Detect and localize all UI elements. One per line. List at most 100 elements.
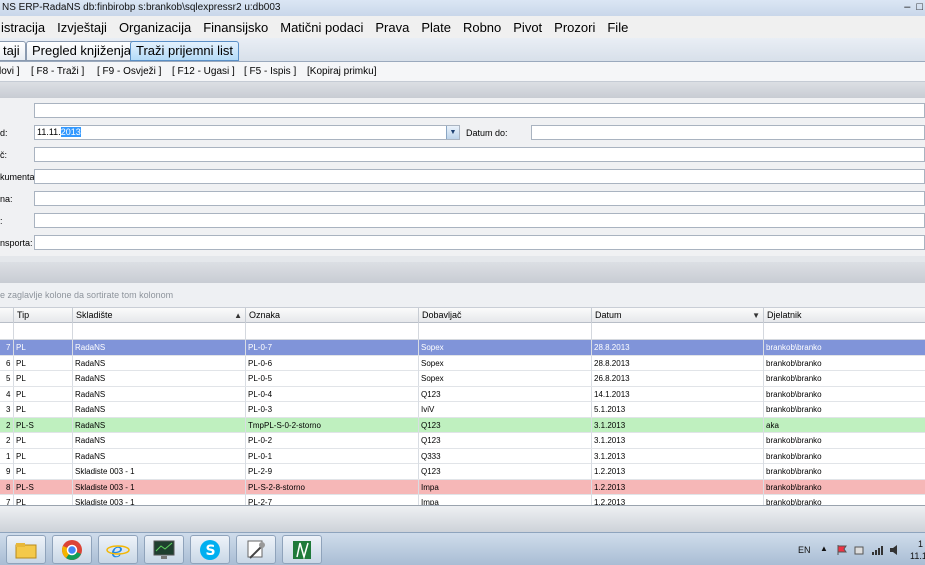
cell-row-indicator: 9 [6, 467, 11, 476]
table-row[interactable]: 5 PL RadaNS PL-0-5 Sopex 26.8.2013 brankob\bra… [0, 371, 925, 387]
action-center-flag-icon[interactable] [836, 544, 848, 556]
table-row[interactable]: 8 PL-S Skladiste 003 - 1 PL-S-2-8-storno Imp… [0, 479, 925, 495]
menu-maticni-podaci[interactable]: Matični podaci [279, 20, 364, 35]
menu-istracija[interactable]: istracija [0, 20, 46, 35]
table-row[interactable]: 2 PL-S RadaNS TmpPL-S-0-2-storno Q123 3.1.201… [0, 417, 925, 433]
cell-skladiste: RadaNS [72, 402, 245, 417]
filter-label-transporta: nsporta: [0, 238, 33, 248]
clock-time[interactable]: 1 [918, 539, 923, 549]
datum-od-field[interactable]: 11.11.2013 ▼ [34, 125, 460, 140]
filter-label-3: č: [0, 150, 8, 160]
sort-descending-icon: ▼ [752, 311, 760, 320]
filter-field-transporta[interactable] [34, 235, 925, 250]
cell-skladiste: RadaNS [72, 371, 245, 386]
cell-datum: 26.8.2013 [591, 371, 763, 386]
cell-datum: 1.2.2013 [591, 464, 763, 479]
network-signal-icon[interactable] [871, 544, 885, 556]
menu-izvjestaji[interactable]: Izvještaji [56, 20, 108, 35]
cell-row-indicator: 7 [6, 343, 11, 352]
table-row[interactable]: 7 PL RadaNS PL-0-7 Sopex 28.8.2013 brankob\bra… [0, 340, 925, 356]
table-row[interactable]: 6 PL RadaNS PL-0-6 Sopex 28.8.2013 brankob\bra… [0, 355, 925, 371]
skype-icon[interactable]: S [190, 535, 230, 564]
datum-od-value: 11.11. [37, 127, 61, 137]
menu-prozori[interactable]: Prozori [553, 20, 596, 35]
cell-tip: PL-S [13, 417, 72, 433]
tools-app-icon[interactable] [236, 535, 276, 564]
filter-field-1[interactable] [34, 103, 925, 118]
menu-plate[interactable]: Plate [420, 20, 452, 35]
monitor-app-icon[interactable] [144, 535, 184, 564]
menu-robno[interactable]: Robno [462, 20, 502, 35]
cell-dobavljac: Q123 [418, 464, 591, 479]
table-row[interactable]: 7 PL Skladiste 003 - 1 PL-2-7 Impa 1.2.2013 br… [0, 495, 925, 506]
menu-file[interactable]: File [606, 20, 629, 35]
tab-izvjestaji[interactable]: taji [0, 41, 26, 61]
status-area [0, 506, 925, 532]
menu-prava[interactable]: Prava [374, 20, 410, 35]
toolbar-trazi[interactable]: [ F8 - Traži ] [31, 62, 84, 81]
table-row[interactable]: 2 PL RadaNS PL-0-2 Q123 3.1.2013 brankob\brank… [0, 433, 925, 449]
toolbar-novi[interactable]: lovi ] [0, 62, 20, 81]
internet-explorer-icon[interactable]: e [98, 535, 138, 564]
cell-oznaka: PL-0-7 [245, 340, 418, 355]
column-header-datum[interactable]: Datum ▼ [591, 308, 763, 323]
cell-row-indicator: 7 [6, 498, 11, 506]
dropdown-arrow-icon[interactable]: ▼ [446, 126, 459, 139]
cell-oznaka: PL-0-4 [245, 386, 418, 402]
filter-field-3[interactable] [34, 147, 925, 162]
cell-djelatnik: brankob\branko [763, 448, 925, 464]
language-indicator[interactable]: EN [798, 545, 811, 555]
chrome-icon[interactable] [52, 535, 92, 564]
cell-datum: 3.1.2013 [591, 417, 763, 433]
cell-row-indicator: 6 [6, 358, 11, 368]
cell-djelatnik: aka [763, 417, 925, 433]
cell-dobavljac: Sopex [418, 355, 591, 371]
clock-date[interactable]: 11.1 [910, 551, 925, 561]
cell-djelatnik: brankob\branko [763, 402, 925, 417]
file-explorer-icon[interactable] [6, 535, 46, 564]
power-icon[interactable] [853, 544, 865, 556]
toolbar-kopiraj-primku[interactable]: [Kopiraj primku] [307, 62, 376, 81]
cell-skladiste: RadaNS [72, 433, 245, 448]
menu-finansijsko[interactable]: Finansijsko [202, 20, 269, 35]
column-header-tip[interactable]: Tip [13, 308, 72, 323]
filter-field-6[interactable] [34, 213, 925, 228]
cell-dobavljac: Q123 [418, 386, 591, 402]
toolbar-ispis[interactable]: [ F5 - Ispis ] [244, 62, 296, 81]
table-row[interactable]: 9 PL Skladiste 003 - 1 PL-2-9 Q123 1.2.2013 br… [0, 464, 925, 480]
tab-trazi-prijemni-list[interactable]: Traži prijemni list [130, 41, 240, 61]
cell-row-indicator: 5 [6, 374, 11, 383]
cell-dobavljac: Sopex [418, 340, 591, 355]
datum-do-field[interactable] [531, 125, 925, 140]
table-row[interactable]: 4 PL RadaNS PL-0-4 Q123 14.1.2013 brankob\bran… [0, 386, 925, 402]
table-row[interactable]: 1 PL RadaNS PL-0-1 Q333 3.1.2013 brankob\brank… [0, 448, 925, 464]
column-header-oznaka[interactable]: Oznaka [245, 308, 418, 323]
filter-field-5[interactable] [34, 191, 925, 206]
menu-organizacija[interactable]: Organizacija [118, 20, 192, 35]
toolbar-ugasi[interactable]: [ F12 - Ugasi ] [172, 62, 235, 81]
cell-djelatnik: brankob\branko [763, 340, 925, 355]
grid-panel-header [0, 262, 925, 283]
tray-expand-icon[interactable]: ▲ [820, 544, 828, 553]
column-header-djelatnik[interactable]: Djelatnik [763, 308, 925, 323]
column-header-dobavljac[interactable]: Dobavljač [418, 308, 591, 323]
cell-oznaka: PL-2-9 [245, 464, 418, 479]
minimize-button[interactable]: – [904, 0, 910, 15]
grid-filter-row[interactable] [0, 323, 925, 340]
cell-row-indicator: 2 [6, 436, 11, 445]
cell-datum: 3.1.2013 [591, 433, 763, 448]
tab-pregled-knjizenja[interactable]: Pregled knjiženja [26, 41, 138, 61]
volume-icon[interactable] [889, 544, 901, 556]
cell-tip: PL [13, 355, 72, 371]
cell-oznaka: PL-0-1 [245, 448, 418, 464]
menu-pivot[interactable]: Pivot [512, 20, 543, 35]
maximize-button[interactable]: □ [916, 0, 923, 15]
column-header-skladiste[interactable]: Skladište ▲ [72, 308, 245, 323]
group-by-hint: e zaglavlje kolone da sortirate tom kolo… [0, 283, 925, 308]
filter-field-dokumenta[interactable] [34, 169, 925, 184]
grid-header: Tip Skladište ▲ Oznaka Dobavljač Datum ▼ D… [0, 308, 925, 323]
cell-djelatnik: brankob\branko [763, 371, 925, 386]
toolbar-osvjezi[interactable]: [ F9 - Osvježi ] [97, 62, 161, 81]
erp-app-icon[interactable] [282, 535, 322, 564]
table-row[interactable]: 3 PL RadaNS PL-0-3 IviV 5.1.2013 brankob\brank… [0, 402, 925, 418]
